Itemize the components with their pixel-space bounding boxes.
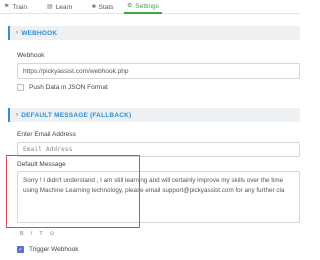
default-message-label: Default Message	[17, 161, 66, 168]
tab-train[interactable]: ⚑ Train	[4, 0, 27, 14]
chevron-right-icon: ›	[16, 112, 19, 118]
trigger-webhook-checkbox[interactable]: ✓	[17, 246, 24, 253]
flag-icon: ⚑	[4, 4, 10, 10]
default-message-section-header[interactable]: › DEFAULT MESSAGE (FALLBACK)	[8, 108, 300, 122]
webhook-section-header[interactable]: › WEBHOOK	[8, 26, 300, 40]
message-line-2: using Machine Learning technology, pleas…	[23, 186, 285, 194]
format-toolbar: B / T ⊙	[20, 231, 54, 237]
tab-learn[interactable]: ▤ Learn	[47, 0, 72, 14]
message-line-1: Sorry ! I didn't understand , I am still…	[23, 177, 284, 184]
text-button[interactable]: T	[39, 231, 42, 237]
trigger-webhook-option[interactable]: ✓ Trigger Webhook	[17, 246, 79, 253]
tab-train-label: Train	[12, 3, 27, 11]
default-message-textarea[interactable]: Sorry ! I didn't understand , I am still…	[17, 171, 300, 223]
tab-settings[interactable]: ⚙ Settings	[124, 0, 162, 14]
default-message-section-title: DEFAULT MESSAGE (FALLBACK)	[21, 111, 132, 119]
emoji-button[interactable]: ⊙	[50, 231, 55, 237]
bold-button[interactable]: B	[20, 231, 24, 237]
tab-stats[interactable]: ■ Stats	[92, 0, 113, 14]
json-format-option[interactable]: Push Data in JSON Format	[17, 84, 108, 91]
trigger-webhook-label: Trigger Webhook	[29, 246, 79, 253]
tab-settings-label: Settings	[135, 2, 159, 10]
webhook-field-label: Webhook	[17, 52, 45, 59]
json-format-checkbox[interactable]	[17, 84, 24, 91]
tab-learn-label: Learn	[55, 3, 73, 11]
json-format-label: Push Data in JSON Format	[29, 84, 108, 91]
italic-button[interactable]: /	[31, 231, 33, 237]
webhook-url-input[interactable]: https://pickyassist.com/webhook.php	[17, 63, 300, 79]
settings-tab-bar: ⚑ Train ▤ Learn ■ Stats ⚙ Settings	[0, 0, 300, 14]
camera-icon: ■	[92, 4, 96, 10]
book-icon: ▤	[47, 4, 53, 10]
webhook-section-title: WEBHOOK	[21, 29, 58, 37]
gear-icon: ⚙	[127, 3, 133, 9]
chevron-right-icon: ›	[16, 30, 19, 36]
tab-stats-label: Stats	[98, 3, 114, 11]
email-field-label: Enter Email Address	[17, 131, 76, 138]
email-input[interactable]: Email Address	[17, 142, 300, 157]
